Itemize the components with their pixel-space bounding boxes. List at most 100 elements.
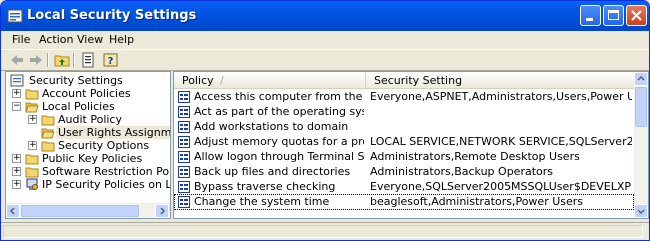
policy-icon	[178, 151, 190, 163]
setting-cell: Administrators,Remote Desktop Users	[370, 150, 580, 163]
menu-action[interactable]: Action	[39, 33, 73, 46]
policy-icon	[178, 181, 190, 193]
table-row[interactable]: Access this computer from the network Ev…	[174, 89, 634, 105]
status-panel	[3, 225, 643, 238]
tree-horizontal-scrollbar[interactable]	[6, 203, 170, 218]
table-row[interactable]: Change the system time beaglesoft,Admini…	[174, 194, 634, 210]
folder-open-icon	[41, 128, 55, 139]
column-header-security-setting[interactable]: Security Setting	[366, 72, 648, 89]
tree-item-label: Account Policies	[42, 87, 131, 100]
collapse-icon[interactable]: −	[12, 102, 21, 111]
column-header-label: Policy	[182, 74, 214, 87]
minimize-button[interactable]	[580, 5, 601, 26]
svg-text:?: ?	[108, 56, 114, 67]
maximize-icon	[608, 10, 619, 20]
toolbar-separator	[73, 53, 75, 67]
folder-icon	[41, 141, 55, 152]
expand-icon[interactable]: +	[12, 167, 21, 176]
policy-icon	[178, 166, 190, 178]
tree-item-label: Public Key Policies	[42, 152, 143, 165]
expand-icon[interactable]: +	[28, 115, 37, 124]
expand-icon[interactable]: +	[12, 89, 21, 98]
expand-icon[interactable]: +	[12, 180, 21, 189]
tree-item-label: Security Options	[58, 139, 150, 152]
scroll-thumb[interactable]	[21, 205, 139, 217]
arrow-up-icon	[637, 75, 645, 81]
help-icon[interactable]: ?	[103, 52, 119, 68]
folder-icon	[41, 115, 55, 126]
close-button[interactable]	[626, 5, 647, 26]
policy-icon	[178, 91, 190, 103]
toolbar-separator	[47, 53, 49, 67]
policy-icon	[178, 121, 190, 133]
setting-cell: Everyone,SQLServer2005MSSQLUser$DEVELXP$…	[370, 180, 632, 193]
properties-icon[interactable]	[80, 52, 96, 68]
ip-security-icon	[26, 178, 38, 190]
folder-icon	[25, 89, 39, 100]
setting-cell: Everyone,ASPNET,Administrators,Users,Pow…	[370, 90, 632, 103]
column-header-label: Security Setting	[374, 74, 463, 87]
table-row[interactable]: Adjust memory quotas for a process LOCAL…	[174, 134, 634, 150]
up-folder-icon[interactable]	[54, 52, 70, 68]
status-bar	[1, 222, 649, 240]
expand-icon[interactable]: +	[12, 154, 21, 163]
menu-bar: File Action View Help	[1, 31, 649, 49]
policy-cell: Bypass traverse checking	[194, 180, 336, 193]
table-row[interactable]: Add workstations to domain	[174, 119, 634, 135]
console-tree[interactable]: Security Settings + Account Policies − L…	[5, 71, 171, 219]
column-header-policy[interactable]: Policy /	[174, 72, 366, 89]
policy-icon	[178, 106, 190, 118]
tree-item-label: Security Settings	[29, 74, 123, 87]
scroll-thumb[interactable]	[635, 87, 647, 127]
menu-file[interactable]: File	[12, 33, 30, 46]
setting-cell: LOCAL SERVICE,NETWORK SERVICE,SQLServer2…	[370, 135, 632, 148]
tree-item-label: IP Security Policies on Local Con	[42, 178, 171, 191]
scroll-down-button[interactable]	[634, 204, 648, 218]
menu-view[interactable]: View	[77, 33, 103, 46]
security-settings-icon	[10, 74, 24, 87]
policy-icon	[178, 196, 190, 208]
table-row[interactable]: Allow logon through Terminal Services Ad…	[174, 149, 634, 165]
minimize-icon	[586, 18, 593, 21]
menu-help[interactable]: Help	[109, 33, 134, 46]
folder-icon	[25, 167, 39, 178]
expand-icon[interactable]: +	[28, 141, 37, 150]
table-row[interactable]: Act as part of the operating system	[174, 104, 634, 120]
table-row[interactable]: Bypass traverse checking Everyone,SQLSer…	[174, 179, 634, 195]
policy-cell: Back up files and directories	[194, 165, 351, 178]
list-vertical-scrollbar[interactable]	[634, 72, 648, 218]
setting-cell: Administrators,Backup Operators	[370, 165, 553, 178]
tree-item-label: Audit Policy	[58, 113, 122, 126]
scroll-left-button[interactable]	[6, 204, 20, 218]
setting-cell: beaglesoft,Administrators,Power Users	[370, 195, 584, 208]
details-list[interactable]: Policy / Security Setting Access this co…	[173, 71, 649, 219]
arrow-left-icon	[9, 207, 15, 215]
close-icon	[631, 10, 642, 21]
local-security-settings-window: Local Security Settings File Action View…	[0, 0, 650, 241]
scroll-right-button[interactable]	[155, 204, 169, 218]
policy-cell: Add workstations to domain	[194, 120, 349, 133]
policy-cell: Allow logon through Terminal Services	[194, 150, 364, 163]
maximize-button[interactable]	[603, 5, 624, 26]
policy-cell: Adjust memory quotas for a process	[194, 135, 364, 148]
tree-item-label: Local Policies	[42, 100, 115, 113]
folder-open-icon	[25, 102, 39, 113]
policy-icon	[178, 136, 190, 148]
tree-item-label: Software Restriction Policies	[42, 165, 170, 178]
folder-icon	[25, 154, 39, 165]
toolbar: ?	[1, 49, 649, 71]
security-settings-icon	[7, 9, 23, 23]
arrow-down-icon	[637, 209, 645, 215]
policy-cell: Change the system time	[194, 195, 330, 208]
policy-cell: Act as part of the operating system	[194, 105, 364, 118]
arrow-right-icon	[160, 207, 166, 215]
forward-arrow-icon[interactable]	[28, 52, 44, 68]
sort-indicator: /	[220, 74, 224, 87]
back-arrow-icon[interactable]	[9, 52, 25, 68]
policy-cell: Access this computer from the network	[194, 90, 364, 103]
window-title: Local Security Settings	[27, 8, 197, 23]
title-bar[interactable]: Local Security Settings	[1, 1, 649, 31]
table-row[interactable]: Back up files and directories Administra…	[174, 164, 634, 180]
tree-item-label: User Rights Assignment	[56, 126, 170, 139]
scroll-up-button[interactable]	[634, 72, 648, 86]
